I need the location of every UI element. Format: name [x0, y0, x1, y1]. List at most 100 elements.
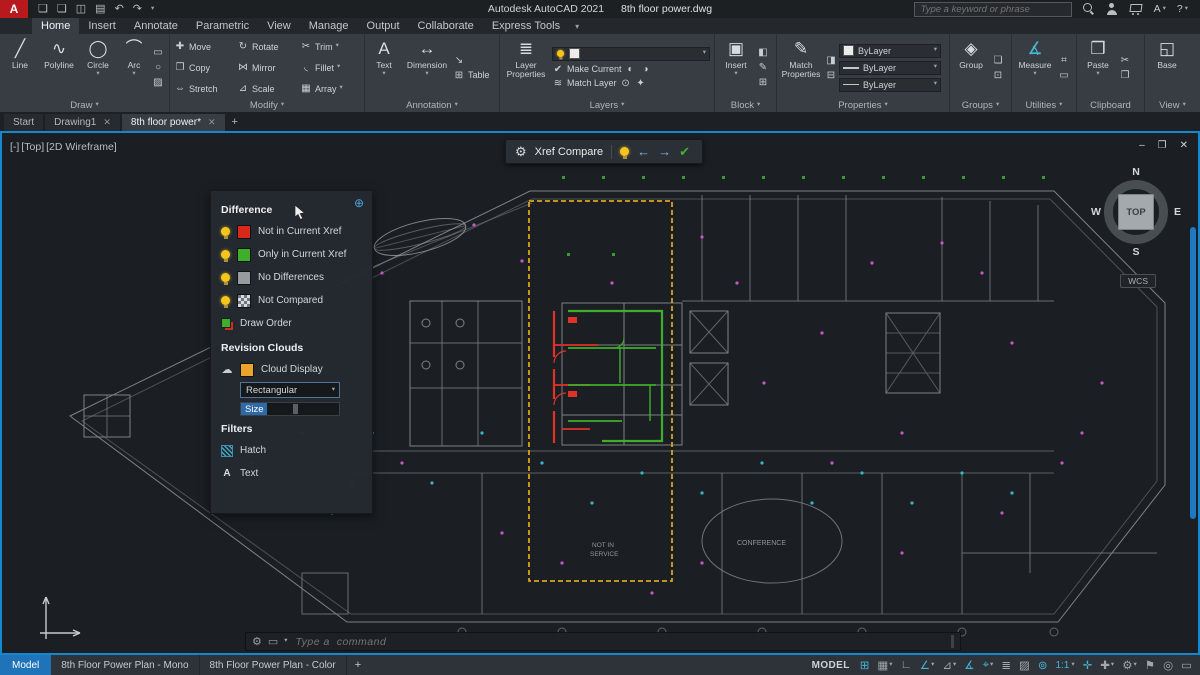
list-icon[interactable]: ⊟	[825, 70, 837, 81]
row-not-compared[interactable]: Not Compared	[221, 289, 372, 312]
clean-screen-icon[interactable]: ▭	[1181, 658, 1192, 672]
highlight-bulb-icon[interactable]	[620, 147, 630, 159]
linetype-combo[interactable]: ByLayer ▾	[839, 77, 941, 92]
lineweight-combo[interactable]: ByLayer ▾	[839, 60, 941, 75]
panel-label-modify[interactable]: Modify ▾	[170, 99, 364, 112]
panel-label-clipboard[interactable]: Clipboard	[1077, 99, 1144, 112]
polyline-button[interactable]: ∿ Polyline	[40, 36, 78, 99]
ungroup-icon[interactable]: ❏	[992, 55, 1004, 66]
view-cube-face[interactable]: TOP	[1118, 194, 1154, 230]
close-icon[interactable]: ✕	[1180, 140, 1188, 151]
help-icon[interactable]: ? ▾	[1177, 3, 1188, 15]
customize-icon[interactable]: ⚙	[252, 635, 262, 648]
paste-button[interactable]: ❒ Paste ▾	[1079, 36, 1117, 99]
circle-button[interactable]: ◯ Circle ▾	[80, 36, 116, 99]
panel-label-groups[interactable]: Groups ▾	[950, 99, 1011, 112]
row-text-filter[interactable]: A Text	[221, 462, 372, 485]
stretch-button[interactable]: ⇔ Stretch	[172, 78, 235, 99]
command-input[interactable]	[293, 634, 945, 649]
selection-cycling-icon[interactable]: ⊚	[1038, 658, 1048, 672]
scale-button[interactable]: ⊿ Scale	[235, 78, 298, 99]
wcs-indicator[interactable]: WCS	[1120, 274, 1156, 288]
make-current-button[interactable]: ✔ Make Current ◐ ◑	[552, 64, 710, 75]
recent-commands-icon[interactable]: ▾	[284, 638, 287, 645]
match-layer-button[interactable]: ≋ Match Layer ⊙ ✦	[552, 78, 710, 89]
row-draw-order[interactable]: Draw Order	[221, 312, 372, 335]
trim-button[interactable]: ✂ Trim ▾	[298, 36, 361, 57]
measure-button[interactable]: ∡ Measure ▾	[1014, 36, 1056, 99]
tab-start[interactable]: Start	[4, 114, 44, 131]
drawing-area[interactable]: CONFERENCE NOT IN SERVICE [-] [Top] [2D …	[0, 131, 1200, 655]
autodesk-app-menu[interactable]: A ▾	[1154, 3, 1166, 15]
search-icon[interactable]	[1082, 3, 1095, 15]
new-drawing-button[interactable]: +	[232, 116, 238, 128]
array-button[interactable]: ▦ Array ▾	[298, 78, 361, 99]
mirror-button[interactable]: ⋈ Mirror	[235, 57, 298, 78]
command-line[interactable]: ⚙ ▭ ▾	[245, 632, 961, 651]
bulb-icon[interactable]	[221, 296, 230, 308]
edit-block-icon[interactable]: ✎	[757, 62, 769, 73]
orange-color-swatch[interactable]	[240, 362, 254, 377]
rectangle-icon[interactable]: ▭	[152, 47, 164, 58]
panel-label-view[interactable]: View ▾	[1145, 99, 1200, 112]
view-control[interactable]: [Top]	[21, 141, 44, 153]
tab-annotate[interactable]: Annotate	[125, 18, 187, 34]
save-icon[interactable]: ◫	[76, 0, 86, 18]
panel-label-utilities[interactable]: Utilities ▾	[1012, 99, 1076, 112]
panel-label-properties[interactable]: Properties ▾	[777, 99, 949, 112]
view-cube[interactable]: TOP N W S E	[1091, 166, 1181, 258]
transparency-icon[interactable]: ▨	[1019, 658, 1030, 672]
row-only-in-current-xref[interactable]: Only in Current Xref	[221, 243, 372, 266]
panel-label-block[interactable]: Block ▾	[715, 99, 776, 112]
visual-style-control[interactable]: [2D Wireframe]	[46, 141, 117, 153]
bulb-icon[interactable]	[221, 250, 230, 262]
minimize-icon[interactable]: –	[1139, 140, 1145, 151]
tab-8th-floor-power[interactable]: 8th floor power* ✕	[121, 114, 225, 131]
rotate-button[interactable]: ↻ Rotate	[235, 36, 298, 57]
compass-west[interactable]: W	[1091, 206, 1101, 218]
ellipse-icon[interactable]: ○	[152, 62, 164, 73]
text-button[interactable]: A Text ▾	[367, 36, 401, 99]
line-button[interactable]: ╱ Line	[2, 36, 38, 99]
snap-icon[interactable]: ▦ ▾	[877, 658, 892, 672]
model-tab[interactable]: Model	[0, 655, 52, 675]
workspace-icon[interactable]: ⚙ ▾	[1122, 658, 1137, 672]
layer-freeze-icon[interactable]: ◑	[640, 64, 652, 75]
layer-combo[interactable]: ▾	[552, 46, 710, 61]
globe-icon[interactable]: ⊕	[354, 196, 364, 210]
row-hatch-filter[interactable]: Hatch	[221, 439, 372, 462]
tab-home[interactable]: Home	[32, 18, 80, 34]
annotation-visibility-icon[interactable]: ✛	[1083, 658, 1093, 672]
cloud-shape-select[interactable]: Rectangular ▾	[240, 382, 340, 398]
arc-button[interactable]: ⌒ Arc ▾	[118, 36, 150, 99]
grid-icon[interactable]: ⊞	[860, 658, 870, 672]
cloud-size-field[interactable]: Size	[240, 402, 340, 416]
panel-label-annotation[interactable]: Annotation ▾	[365, 99, 499, 112]
fillet-button[interactable]: ◟ Fillet ▾	[298, 57, 361, 78]
leader-icon[interactable]: ↘	[453, 55, 465, 66]
quick-select-icon[interactable]: ▭	[1058, 70, 1070, 81]
quick-calc-icon[interactable]: ⌗	[1058, 55, 1070, 66]
tab-insert[interactable]: Insert	[79, 18, 125, 34]
panel-label-draw[interactable]: Draw ▾	[0, 99, 169, 112]
ortho-icon[interactable]: ∟	[901, 659, 912, 671]
close-icon[interactable]: ✕	[208, 117, 216, 128]
copy-button[interactable]: ❐ Copy	[172, 57, 235, 78]
open-folder-icon[interactable]: ❏	[57, 0, 67, 18]
checker-color-swatch[interactable]	[237, 293, 251, 308]
autoscale-icon[interactable]: ✚ ▾	[1100, 658, 1114, 672]
compass-south[interactable]: S	[1132, 246, 1139, 258]
keyword-search[interactable]	[913, 1, 1072, 17]
row-no-differences[interactable]: No Differences	[221, 266, 372, 289]
layout-tab-mono[interactable]: 8th Floor Power Plan - Mono	[51, 655, 200, 675]
qat-caret-icon[interactable]: ▾	[151, 0, 154, 18]
new-file-icon[interactable]: ❑	[38, 0, 48, 18]
isodraft-icon[interactable]: ⊿ ▾	[942, 658, 956, 672]
tab-parametric[interactable]: Parametric	[187, 18, 258, 34]
compass-east[interactable]: E	[1174, 206, 1181, 218]
cut-icon[interactable]: ✂	[1119, 55, 1131, 66]
close-icon[interactable]: ✕	[103, 117, 111, 128]
move-button[interactable]: ✚ Move	[172, 36, 235, 57]
insert-button[interactable]: ▣ Insert ▾	[717, 36, 755, 99]
osnap-tracking-icon[interactable]: ∡	[964, 658, 974, 672]
